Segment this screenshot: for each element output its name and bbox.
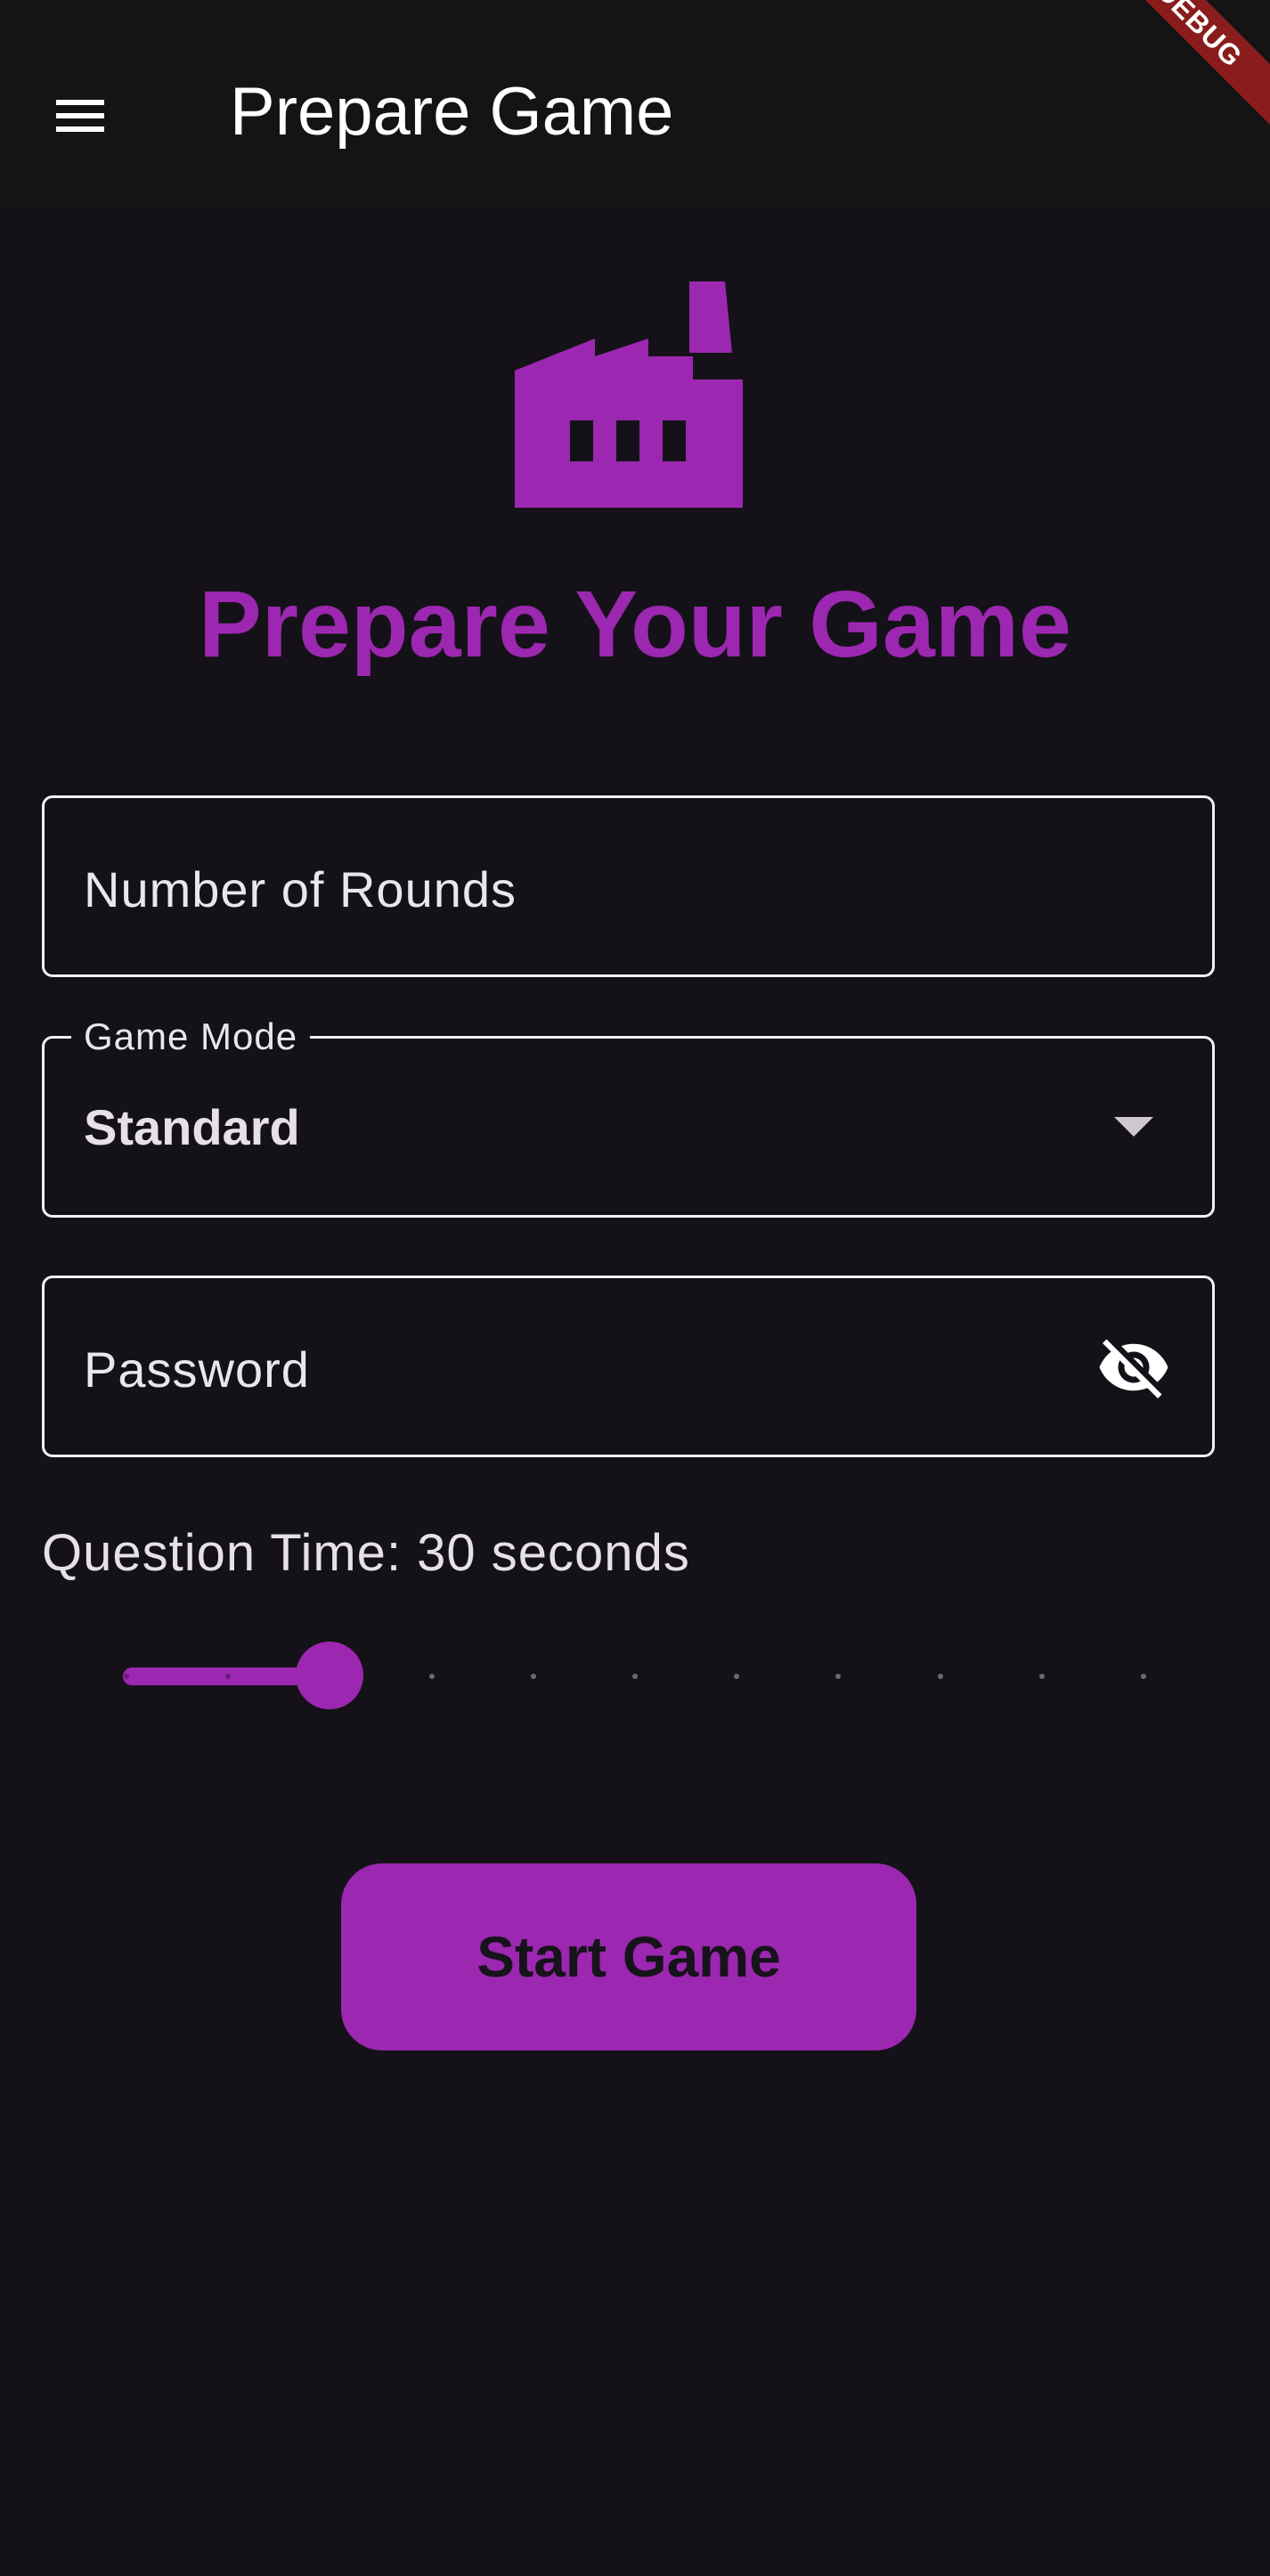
app-bar: Prepare Game DEBUG bbox=[0, 0, 1270, 205]
page-title: Prepare Game bbox=[230, 74, 674, 150]
slider-tick bbox=[124, 1674, 129, 1679]
slider-tick bbox=[734, 1674, 740, 1679]
game-mode-value: Standard bbox=[84, 1098, 300, 1155]
question-time-slider[interactable] bbox=[116, 1639, 1146, 1710]
slider-tick bbox=[632, 1674, 638, 1679]
password-field[interactable]: Password bbox=[42, 1276, 1215, 1457]
slider-tick bbox=[937, 1674, 943, 1679]
menu-icon bbox=[56, 100, 104, 132]
factory-icon bbox=[515, 281, 743, 508]
visibility-off-icon bbox=[1099, 1339, 1168, 1398]
slider-tick bbox=[530, 1674, 536, 1679]
slider-thumb[interactable] bbox=[296, 1642, 364, 1709]
form-heading: Prepare Your Game bbox=[199, 572, 1071, 677]
slider-tick bbox=[428, 1674, 435, 1679]
slider-tick bbox=[1141, 1674, 1146, 1679]
debug-banner: DEBUG bbox=[1110, 0, 1270, 160]
game-mode-select[interactable]: Game Mode Standard bbox=[42, 1012, 1215, 1218]
dropdown-arrow-icon bbox=[1114, 1117, 1153, 1137]
debug-banner-label: DEBUG bbox=[1110, 0, 1270, 153]
password-label: Password bbox=[84, 1341, 310, 1398]
slider-tick bbox=[1038, 1674, 1045, 1679]
slider-tick bbox=[835, 1674, 842, 1679]
rounds-label: Number of Rounds bbox=[84, 860, 517, 917]
password-visibility-toggle[interactable] bbox=[1091, 1325, 1176, 1410]
question-time-label: Question Time: 30 seconds bbox=[42, 1524, 690, 1582]
menu-button[interactable] bbox=[27, 62, 134, 169]
rounds-field[interactable]: Number of Rounds bbox=[42, 795, 1215, 977]
start-game-button[interactable]: Start Game bbox=[341, 1863, 916, 2050]
